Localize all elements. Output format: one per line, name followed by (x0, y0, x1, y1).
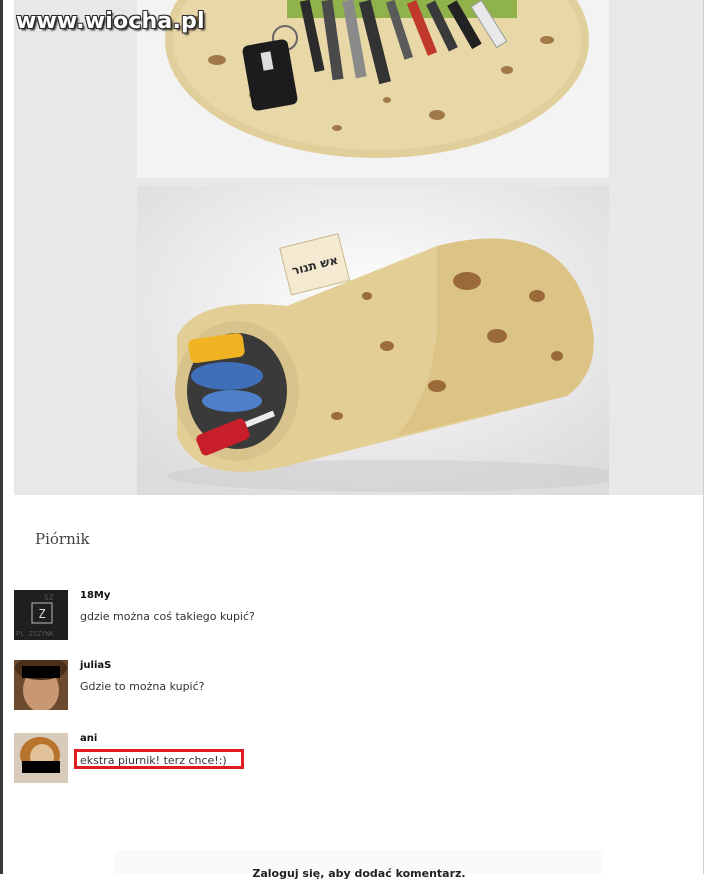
comment-item: juliaS Gdzie to można kupić? (14, 660, 614, 720)
avatar[interactable] (14, 733, 68, 783)
comment-author[interactable]: 18My (80, 590, 110, 601)
post-image-tortilla-pencil-case[interactable]: אש תנור (137, 186, 609, 495)
comment-text: ekstra piurnik! terz chce!:) (80, 754, 227, 767)
comment-item: SZ PL ZSZYWK Z 18My gdzie można coś taki… (14, 590, 614, 650)
post-image-panel: אש תנור (14, 0, 703, 495)
avatar[interactable] (14, 660, 68, 710)
content-right-border (703, 0, 704, 874)
svg-text:SZ: SZ (44, 593, 54, 602)
site-watermark: www.wiocha.pl (16, 9, 205, 34)
avatar[interactable]: SZ PL ZSZYWK Z (14, 590, 68, 640)
comment-author[interactable]: ani (80, 733, 97, 744)
comment-text: Gdzie to można kupić? (80, 680, 205, 693)
login-prompt-bar[interactable]: Zaloguj się, aby dodać komentarz. (115, 850, 603, 880)
comment-item: ani ekstra piurnik! terz chce!:) (14, 733, 614, 793)
comment-author[interactable]: juliaS (80, 660, 111, 671)
post-image-tortilla-roll-open[interactable] (137, 0, 609, 178)
comment-text: gdzie można coś takiego kupić? (80, 610, 255, 623)
svg-text:Z: Z (38, 607, 45, 621)
window-left-border (0, 0, 3, 874)
svg-text:PL ZSZYWK: PL ZSZYWK (16, 630, 55, 638)
post-title: Piórnik (35, 530, 90, 548)
